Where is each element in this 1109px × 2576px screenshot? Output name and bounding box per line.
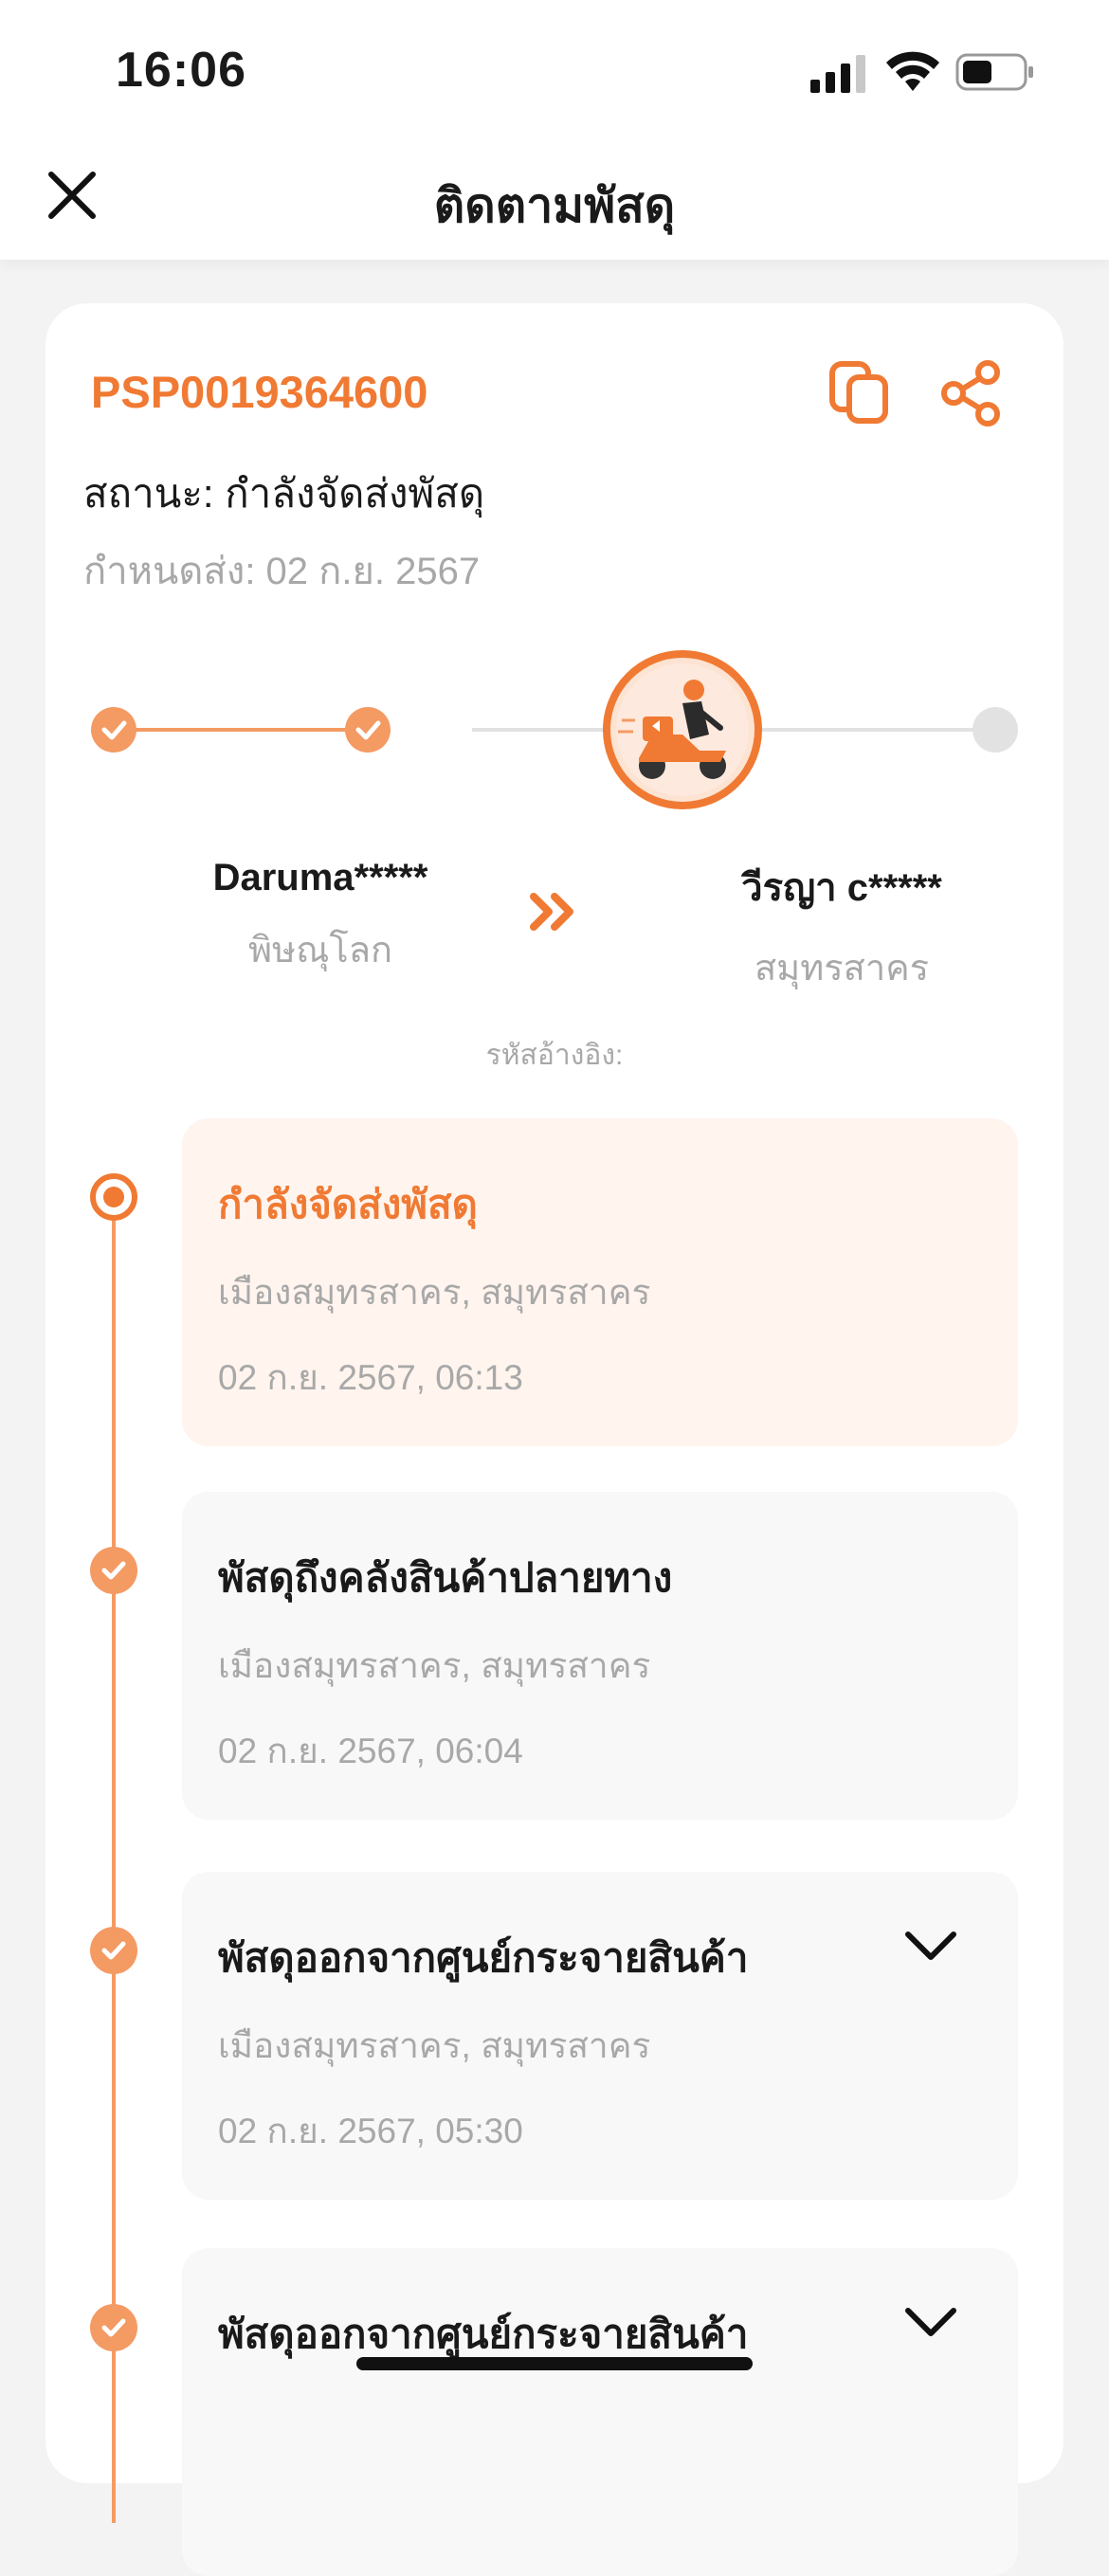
status-bar: 16:06	[0, 0, 1109, 142]
tracking-card: PSP0019364600 สถานะ: กำลังจัดส่งพัสดุ กำ…	[45, 303, 1064, 2576]
receiver-name: วีรญา c*****	[741, 867, 942, 909]
nav-bar: ติดตามพัสดุ	[0, 142, 1109, 260]
event-time: 02 ก.ย. 2567, 06:13	[218, 1358, 523, 1397]
timeline-dot-done	[90, 2304, 137, 2351]
step-pending	[973, 707, 1018, 753]
timeline-event[interactable]: พัสดุออกจากศูนย์กระจายสินค้า	[182, 2248, 1018, 2576]
status-time: 16:06	[116, 43, 246, 98]
timeline-dot-done	[90, 1547, 137, 1594]
progress-stepper	[91, 650, 1018, 809]
event-title: กำลังจัดส่งพัสดุ	[218, 1182, 478, 1226]
copy-icon[interactable]	[828, 360, 889, 425]
chevron-down-icon[interactable]	[902, 2303, 959, 2341]
timeline-event: พัสดุถึงคลังสินค้าปลายทาง เมืองสมุทรสาคร…	[182, 1492, 1018, 1820]
timeline-event: กำลังจัดส่งพัสดุ เมืองสมุทรสาคร, สมุทรสา…	[182, 1118, 1018, 1446]
event-title: พัสดุออกจากศูนย์กระจายสินค้า	[218, 1935, 749, 1980]
step-current-delivery-icon	[603, 650, 762, 809]
timeline-dot-current	[90, 1173, 137, 1221]
check-icon	[101, 1941, 126, 1960]
tracking-number: PSP0019364600	[91, 367, 428, 417]
receiver-info: วีรญา c***** สมุทรสาคร	[652, 857, 1031, 996]
reference-label: รหัสอ้างอิง:	[485, 1040, 624, 1071]
step-done-2	[345, 707, 391, 753]
due-date: กำหนดส่ง: 02 ก.ย. 2567	[83, 551, 481, 592]
page-title: ติดตามพัสดุ	[433, 179, 676, 232]
event-time: 02 ก.ย. 2567, 05:30	[218, 2112, 523, 2150]
event-location: เมืองสมุทรสาคร, สมุทรสาคร	[218, 1273, 651, 1312]
timeline-event[interactable]: พัสดุออกจากศูนย์กระจายสินค้า เมืองสมุทรส…	[182, 1872, 1018, 2200]
check-icon	[101, 2318, 126, 2337]
event-time: 02 ก.ย. 2567, 06:04	[218, 1732, 523, 1770]
wifi-icon	[886, 51, 939, 91]
home-indicator[interactable]	[356, 2357, 753, 2370]
battery-icon	[955, 53, 1033, 91]
shipment-status: สถานะ: กำลังจัดส่งพัสดุ	[83, 471, 485, 516]
step-done-1	[91, 707, 136, 753]
event-title: พัสดุถึงคลังสินค้าปลายทาง	[218, 1555, 673, 1600]
event-location: เมืองสมุทรสาคร, สมุทรสาคร	[218, 2026, 651, 2065]
sender-name: Daruma*****	[212, 857, 428, 898]
signal-icon	[810, 55, 865, 93]
double-chevron-right-icon	[530, 893, 573, 931]
event-location: เมืองสมุทรสาคร, สมุทรสาคร	[218, 1646, 651, 1685]
sender-info: Daruma***** พิษณุโลก	[131, 857, 510, 978]
receiver-city: สมุทรสาคร	[754, 949, 930, 989]
sender-city: พิษณุโลก	[247, 931, 393, 971]
check-icon	[101, 1561, 126, 1580]
chevron-down-icon[interactable]	[902, 1927, 959, 1965]
timeline-dot-done	[90, 1927, 137, 1974]
share-icon[interactable]	[938, 360, 1005, 426]
